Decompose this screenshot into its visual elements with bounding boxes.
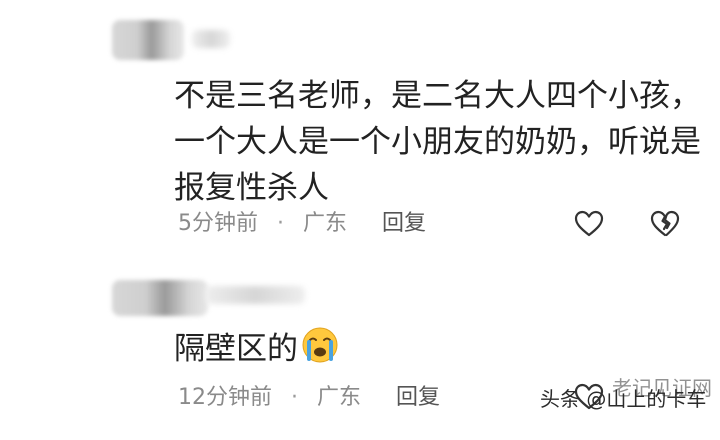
comment-line: 不是三名老师，是二名大人四个小孩， — [174, 78, 701, 114]
comment-line: 报复性杀人 — [174, 170, 329, 206]
meta-separator: · — [277, 211, 284, 236]
author-name-blurred — [205, 286, 305, 304]
comment-item: 不是三名老师，是二名大人四个小孩， 一个大人是一个小朋友的奶奶，听说是 报复性杀… — [0, 0, 720, 250]
comment-location: 广东 — [317, 385, 362, 410]
crying-face-emoji — [302, 327, 338, 363]
reply-button[interactable]: 回复 — [382, 209, 426, 239]
comment-meta: 12分钟前 · 广东 回复 — [178, 383, 440, 413]
comment-item: 隔壁区的 12分钟前 · 广东 回复 — [0, 270, 720, 440]
meta-separator: · — [291, 385, 298, 410]
comment-time: 12分钟前 — [178, 385, 272, 410]
comment-meta: 5分钟前 · 广东 回复 — [178, 209, 426, 239]
avatar[interactable] — [112, 20, 184, 60]
avatar[interactable] — [112, 280, 208, 316]
watermark: 头条 @山上的卡车 — [540, 383, 706, 412]
comment-line: 一个大人是一个小朋友的奶奶，听说是 — [174, 124, 701, 160]
watermark-text: 头条 @山上的卡车 — [540, 387, 707, 411]
heart-outline-icon[interactable] — [574, 209, 604, 239]
author-name-blurred — [192, 30, 230, 48]
reply-button[interactable]: 回复 — [396, 383, 440, 413]
comment-location: 广东 — [303, 211, 348, 236]
comment-text: 隔壁区的 — [174, 325, 340, 372]
comment-time: 5分钟前 — [178, 211, 258, 236]
comment-line: 隔壁区的 — [174, 331, 298, 367]
broken-heart-outline-icon[interactable] — [650, 209, 680, 239]
comment-text: 不是三名老师，是二名大人四个小孩， 一个大人是一个小朋友的奶奶，听说是 报复性杀… — [174, 73, 701, 211]
